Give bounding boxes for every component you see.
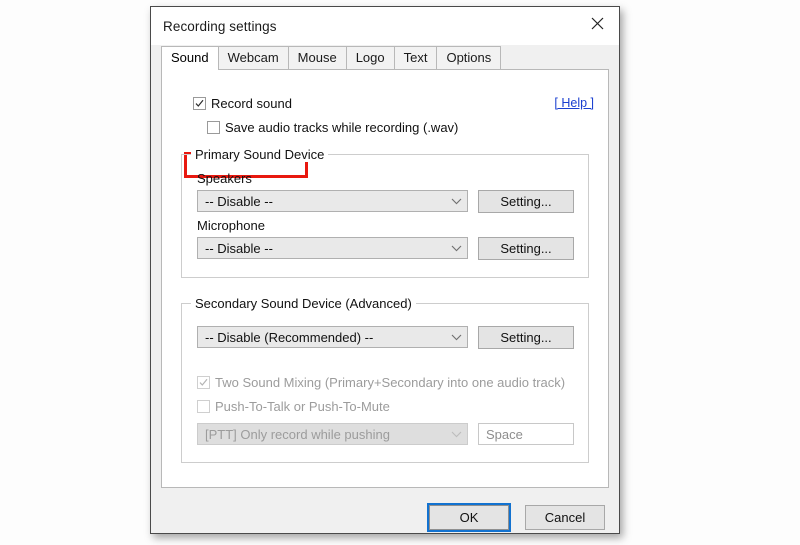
dialog-button-bar: OK Cancel — [151, 488, 619, 533]
speakers-dropdown[interactable]: -- Disable -- — [197, 190, 468, 212]
chevron-down-icon — [445, 431, 467, 438]
tab-mouse[interactable]: Mouse — [287, 46, 347, 69]
tab-sound-label: Sound — [171, 50, 209, 65]
tab-logo-label: Logo — [355, 50, 385, 65]
tab-options-label: Options — [446, 50, 492, 65]
microphone-dropdown-value: -- Disable -- — [205, 240, 273, 256]
secondary-device-dropdown-value: -- Disable (Recommended) -- — [205, 329, 374, 345]
push-to-talk-checkbox[interactable]: Push-To-Talk or Push-To-Mute — [197, 399, 390, 414]
microphone-setting-button-label: Setting... — [500, 241, 552, 256]
secondary-group-title: Secondary Sound Device (Advanced) — [191, 296, 416, 311]
secondary-sound-device-group: Secondary Sound Device (Advanced) -- Dis… — [181, 296, 589, 463]
speakers-label: Speakers — [197, 171, 252, 186]
cancel-button[interactable]: Cancel — [525, 505, 605, 530]
recording-settings-dialog: Recording settings Sound Webcam Mouse Lo… — [150, 6, 620, 534]
ptt-mode-dropdown[interactable]: [PTT] Only record while pushing — [197, 423, 468, 445]
speakers-setting-button[interactable]: Setting... — [478, 190, 574, 213]
cancel-button-label: Cancel — [544, 510, 586, 525]
tab-text[interactable]: Text — [393, 46, 438, 69]
checkbox-checked-disabled-icon — [197, 376, 210, 389]
record-sound-label: Record sound — [211, 96, 292, 111]
speakers-setting-button-label: Setting... — [500, 194, 552, 209]
close-icon[interactable] — [575, 7, 619, 39]
checkbox-unchecked-disabled-icon — [197, 400, 210, 413]
title-bar: Recording settings — [151, 7, 619, 45]
record-sound-checkbox[interactable]: Record sound — [193, 96, 292, 111]
microphone-setting-button[interactable]: Setting... — [478, 237, 574, 260]
two-sound-mixing-checkbox[interactable]: Two Sound Mixing (Primary+Secondary into… — [197, 375, 565, 390]
chevron-down-icon — [445, 245, 467, 252]
tab-webcam[interactable]: Webcam — [217, 46, 289, 69]
ok-button[interactable]: OK — [427, 503, 511, 532]
microphone-dropdown[interactable]: -- Disable -- — [197, 237, 468, 259]
microphone-label: Microphone — [197, 218, 265, 233]
two-sound-mixing-label: Two Sound Mixing (Primary+Secondary into… — [215, 375, 566, 390]
chevron-down-icon — [445, 334, 467, 341]
tab-logo[interactable]: Logo — [345, 46, 395, 69]
checkbox-checked-icon — [193, 97, 206, 110]
sound-tab-panel: Record sound Save audio tracks while rec… — [161, 69, 609, 488]
tab-strip: Sound Webcam Mouse Logo Text Options — [161, 45, 609, 70]
window-title: Recording settings — [163, 18, 277, 34]
screenshot-root: Recording settings Sound Webcam Mouse Lo… — [0, 0, 800, 545]
ptt-key-value: Space — [486, 426, 523, 442]
ok-button-label: OK — [459, 510, 479, 525]
push-to-talk-label: Push-To-Talk or Push-To-Mute — [215, 399, 390, 414]
primary-group-title: Primary Sound Device — [191, 147, 329, 162]
save-audio-tracks-checkbox[interactable]: Save audio tracks while recording (.wav) — [207, 120, 458, 135]
checkbox-unchecked-icon — [207, 121, 220, 134]
help-link[interactable]: [ Help ] — [554, 96, 594, 110]
secondary-device-dropdown[interactable]: -- Disable (Recommended) -- — [197, 326, 468, 348]
ptt-key-input[interactable]: Space — [478, 423, 574, 445]
chevron-down-icon — [445, 198, 467, 205]
tab-webcam-label: Webcam — [227, 50, 279, 65]
ptt-mode-dropdown-value: [PTT] Only record while pushing — [205, 426, 390, 442]
tab-options[interactable]: Options — [436, 46, 502, 69]
primary-sound-device-group: Primary Sound Device Speakers -- Disable… — [181, 147, 589, 278]
secondary-device-setting-button[interactable]: Setting... — [478, 326, 574, 349]
speakers-dropdown-value: -- Disable -- — [205, 193, 273, 209]
tab-mouse-label: Mouse — [297, 50, 337, 65]
tab-text-label: Text — [403, 50, 428, 65]
tab-sound[interactable]: Sound — [161, 46, 219, 70]
secondary-device-setting-button-label: Setting... — [500, 330, 552, 345]
save-audio-tracks-label: Save audio tracks while recording (.wav) — [225, 120, 459, 135]
